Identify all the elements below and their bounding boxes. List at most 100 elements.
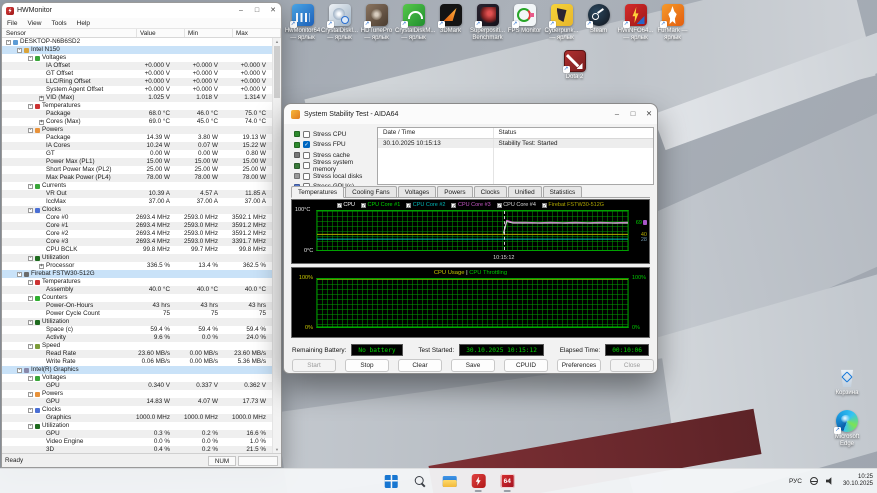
sensor-row[interactable]: LLC/Ring Offset+0.000 V+0.000 V+0.000 V bbox=[2, 78, 272, 86]
checkbox[interactable]: ✓ bbox=[303, 141, 310, 148]
network-icon[interactable] bbox=[810, 477, 818, 485]
tree-expander[interactable]: - bbox=[28, 344, 33, 349]
save-button[interactable]: Save bbox=[451, 359, 495, 372]
sensor-row[interactable]: Power Max (PL1)15.00 W15.00 W15.00 W bbox=[2, 158, 272, 166]
desktop-icon-cdi[interactable]: ↗CrystalDiskI...— ярлык bbox=[321, 4, 358, 42]
desktop-icon-fps[interactable]: ↗FPS Monitor bbox=[506, 4, 543, 42]
preferences-button[interactable]: Preferences bbox=[557, 359, 601, 372]
sensor-row[interactable]: -Utilization bbox=[2, 254, 272, 262]
sensor-row[interactable]: GT Offset+0.000 V+0.000 V+0.000 V bbox=[2, 70, 272, 78]
desktop-icon-hdd[interactable]: ↗HDTunePro— ярлык bbox=[358, 4, 395, 42]
tab-voltages[interactable]: Voltages bbox=[398, 186, 437, 197]
sensor-row[interactable]: IccMax37.00 A37.00 A37.00 A bbox=[2, 198, 272, 206]
sensor-row[interactable]: GPU0.340 V0.337 V0.362 V bbox=[2, 382, 272, 390]
desktop-icon-cyberpunk[interactable]: ↗Cyberpunk...— ярлык bbox=[543, 4, 580, 42]
tree-expander[interactable]: - bbox=[28, 320, 33, 325]
sensor-row[interactable]: Power-On-Hours43 hrs43 hrs43 hrs bbox=[2, 302, 272, 310]
sensor-row[interactable]: -Currents bbox=[2, 182, 272, 190]
tab-cooling-fans[interactable]: Cooling Fans bbox=[345, 186, 397, 197]
sensor-row[interactable]: -Clocks bbox=[2, 406, 272, 414]
desktop-icon-dota[interactable]: ↗Dota 2 bbox=[556, 50, 593, 81]
legend-checkbox[interactable]: ✓ bbox=[361, 203, 366, 208]
column-header-max[interactable]: Max bbox=[233, 29, 281, 37]
desktop-icon-hwmon[interactable]: ↗HwMonitor64— ярлык bbox=[284, 4, 321, 42]
tree-expander[interactable]: - bbox=[17, 48, 22, 53]
sensor-row[interactable]: IA Cores10.24 W0.07 W15.22 W bbox=[2, 142, 272, 150]
sensor-row[interactable]: -Counters bbox=[2, 294, 272, 302]
sensor-row[interactable]: -Powers bbox=[2, 126, 272, 134]
sensor-row[interactable]: -Temperatures bbox=[2, 278, 272, 286]
sensor-row[interactable]: GPU0.3 %0.2 %16.6 % bbox=[2, 430, 272, 438]
sensor-row[interactable]: CPU BCLK99.8 MHz99.7 MHz99.8 MHz bbox=[2, 246, 272, 254]
tree-expander[interactable]: - bbox=[28, 424, 33, 429]
close-button[interactable]: ✕ bbox=[641, 104, 657, 124]
tree-expander[interactable]: - bbox=[28, 376, 33, 381]
checkbox[interactable] bbox=[303, 173, 310, 180]
column-header-min[interactable]: Min bbox=[185, 29, 233, 37]
sensor-row[interactable]: +Cores (Max)69.0 °C45.0 °C74.0 °C bbox=[2, 118, 272, 126]
sensor-row[interactable]: Short Power Max (PL2)25.00 W25.00 W25.00… bbox=[2, 166, 272, 174]
sensor-row[interactable]: -Voltages bbox=[2, 374, 272, 382]
language-indicator[interactable]: РУС bbox=[789, 478, 802, 485]
minimize-button[interactable]: – bbox=[233, 3, 249, 18]
sensor-row[interactable]: Package68.0 °C46.0 °C75.0 °C bbox=[2, 110, 272, 118]
legend-checkbox[interactable]: ✓ bbox=[497, 203, 502, 208]
minimize-button[interactable]: – bbox=[609, 104, 625, 124]
column-header-sensor[interactable]: Sensor bbox=[2, 29, 137, 37]
volume-icon[interactable] bbox=[826, 477, 835, 486]
tree-expander[interactable]: - bbox=[6, 40, 11, 45]
tree-expander[interactable]: - bbox=[28, 296, 33, 301]
scroll-down-icon[interactable]: ▼ bbox=[273, 446, 281, 453]
vertical-scrollbar[interactable]: ▲ ▼ bbox=[272, 38, 281, 453]
tree-expander[interactable]: - bbox=[28, 56, 33, 61]
log-row[interactable]: 30.10.2025 10:15:13Stability Test: Start… bbox=[378, 139, 653, 148]
desktop-icon-recycle[interactable]: Корзина bbox=[829, 366, 866, 397]
menu-tools[interactable]: Tools bbox=[46, 20, 71, 27]
legend-checkbox[interactable]: ✓ bbox=[406, 203, 411, 208]
cpuid-button[interactable]: CPUID bbox=[504, 359, 548, 372]
sensor-row[interactable]: Write Rate0.06 MB/s0.00 MB/s5.36 MB/s bbox=[2, 358, 272, 366]
sensor-row[interactable]: IA Offset+0.000 V+0.000 V+0.000 V bbox=[2, 62, 272, 70]
tree-expander[interactable]: - bbox=[28, 184, 33, 189]
desktop-icon-steam[interactable]: ↗Steam bbox=[580, 4, 617, 42]
sensor-row[interactable]: -Utilization bbox=[2, 318, 272, 326]
scrollbar-thumb[interactable] bbox=[274, 46, 280, 98]
checkbox[interactable] bbox=[303, 152, 310, 159]
hwmonitor-taskbar-button[interactable] bbox=[469, 470, 487, 492]
desktop-icon-edge[interactable]: ↗MicrosoftEdge bbox=[829, 410, 866, 448]
tab-temperatures[interactable]: Temperatures bbox=[291, 186, 344, 198]
sensor-row[interactable]: Video Engine0.0 %0.0 %1.0 % bbox=[2, 438, 272, 446]
search-button[interactable] bbox=[411, 470, 429, 492]
tree-expander[interactable]: - bbox=[28, 128, 33, 133]
tree-expander[interactable]: + bbox=[39, 96, 44, 101]
tree-expander[interactable]: + bbox=[39, 264, 44, 269]
start-button[interactable] bbox=[382, 470, 400, 492]
maximize-button[interactable]: □ bbox=[249, 3, 265, 18]
tree-expander[interactable]: - bbox=[28, 104, 33, 109]
menu-help[interactable]: Help bbox=[72, 20, 95, 27]
menu-view[interactable]: View bbox=[22, 20, 46, 27]
sensor-row[interactable]: GT0.00 W0.00 W0.80 W bbox=[2, 150, 272, 158]
sensor-row[interactable]: -DESKTOP-N6B6SD2 bbox=[2, 38, 272, 46]
hwmonitor-titlebar[interactable]: HWMonitor –□✕ bbox=[2, 3, 281, 18]
sensor-row[interactable]: +VID (Max)1.025 V1.018 V1.314 V bbox=[2, 94, 272, 102]
sensor-row[interactable]: Core #02693.4 MHz2593.0 MHz3592.1 MHz bbox=[2, 214, 272, 222]
sensor-row[interactable]: Assembly40.0 °C40.0 °C40.0 °C bbox=[2, 286, 272, 294]
legend-checkbox[interactable]: ✓ bbox=[451, 203, 456, 208]
stability-log-table[interactable]: Date / TimeStatus30.10.2025 10:15:13Stab… bbox=[377, 127, 654, 185]
tree-expander[interactable]: + bbox=[39, 120, 44, 125]
sensor-row[interactable]: -Intel N150 bbox=[2, 46, 272, 54]
tab-clocks[interactable]: Clocks bbox=[474, 186, 507, 197]
desktop-icon-superpos[interactable]: ↗Superpositi...Benchmark bbox=[469, 4, 506, 42]
sensor-row[interactable]: Activity9.6 %0.0 %24.0 % bbox=[2, 334, 272, 342]
sensor-row[interactable]: Package14.39 W3.80 W19.13 W bbox=[2, 134, 272, 142]
tab-powers[interactable]: Powers bbox=[437, 186, 472, 197]
sensor-row[interactable]: -Speed bbox=[2, 342, 272, 350]
explorer-button[interactable] bbox=[440, 470, 458, 492]
checkbox[interactable] bbox=[303, 131, 310, 138]
desktop-icon-mark3d[interactable]: ↗3DMark bbox=[432, 4, 469, 42]
sensor-row[interactable]: Read Rate23.60 MB/s0.00 MB/s23.60 MB/s bbox=[2, 350, 272, 358]
tree-expander[interactable]: - bbox=[17, 272, 22, 277]
sensor-row[interactable]: Core #32693.4 MHz2593.0 MHz3391.7 MHz bbox=[2, 238, 272, 246]
tree-expander[interactable]: - bbox=[17, 368, 22, 373]
